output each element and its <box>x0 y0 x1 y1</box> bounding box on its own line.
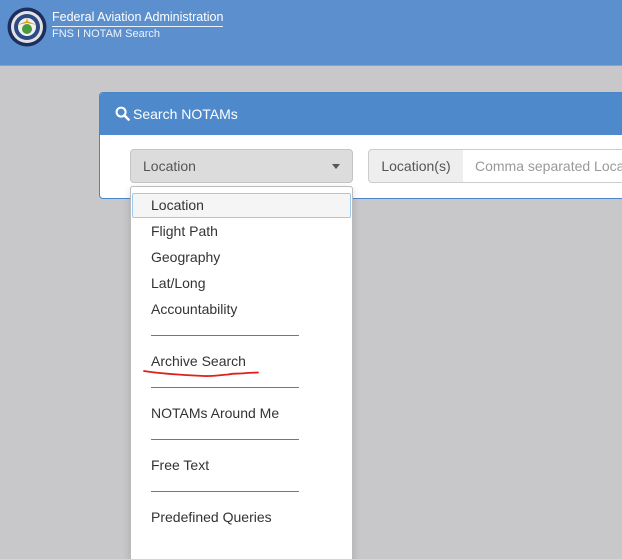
menu-divider <box>151 439 299 440</box>
option-location[interactable]: Location <box>132 193 351 218</box>
option-notams-around-me[interactable]: NOTAMs Around Me <box>132 401 351 426</box>
app-subtitle: FNS I NOTAM Search <box>52 28 160 40</box>
search-icon <box>115 106 130 121</box>
option-predefined-queries[interactable]: Predefined Queries <box>132 505 351 530</box>
option-accountability[interactable]: Accountability <box>132 297 351 322</box>
search-type-selected: Location <box>143 158 196 174</box>
menu-divider <box>151 491 299 492</box>
option-free-text[interactable]: Free Text <box>132 453 351 478</box>
agency-title[interactable]: Federal Aviation Administration <box>52 10 224 27</box>
faa-seal-icon[interactable] <box>7 7 47 47</box>
chevron-down-icon <box>332 164 340 169</box>
panel-title: Search NOTAMs <box>133 106 238 122</box>
location-label: Location(s) <box>368 149 464 183</box>
option-geography[interactable]: Geography <box>132 245 351 270</box>
panel-heading: Search NOTAMs <box>100 93 622 135</box>
top-header: Federal Aviation Administration FNS I NO… <box>0 0 622 66</box>
option-lat-long[interactable]: Lat/Long <box>132 271 351 296</box>
location-input[interactable] <box>463 149 622 183</box>
menu-divider <box>151 387 299 388</box>
search-type-select[interactable]: Location <box>130 149 353 183</box>
menu-divider <box>151 335 299 336</box>
option-flight-path[interactable]: Flight Path <box>132 219 351 244</box>
red-underline-annotation <box>143 370 259 377</box>
